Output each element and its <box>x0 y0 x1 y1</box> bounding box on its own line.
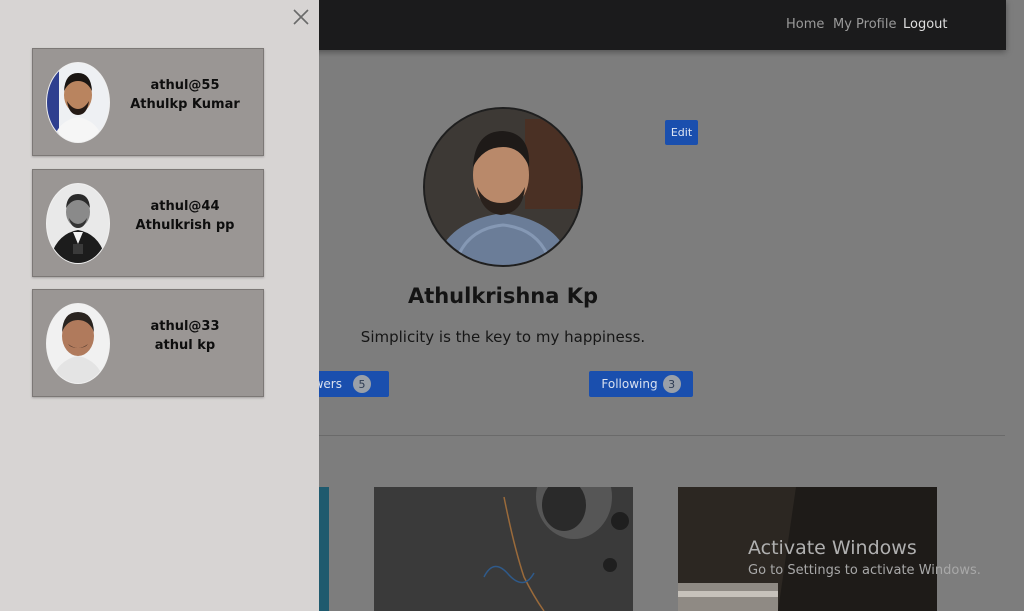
user-avatar-image <box>47 184 109 263</box>
avatar <box>46 303 110 384</box>
post-thumbnail[interactable] <box>374 487 633 611</box>
user-fullname: athul kp <box>154 338 216 353</box>
section-divider <box>319 435 1005 436</box>
users-drawer: athul@55 Athulkp Kumar athul@44 Athulkri… <box>0 0 319 611</box>
windows-activation-subtitle: Go to Settings to activate Windows. <box>748 563 981 578</box>
avatar <box>46 62 110 143</box>
user-fullname: Athulkrish pp <box>135 218 235 233</box>
profile-avatar <box>423 107 583 267</box>
followers-count-badge: 5 <box>353 375 371 393</box>
user-avatar-image <box>47 304 109 383</box>
avatar <box>46 183 110 264</box>
following-button[interactable]: Following 3 <box>589 371 693 397</box>
user-handle: athul@33 <box>150 319 220 334</box>
user-card[interactable]: athul@55 Athulkp Kumar <box>32 48 264 156</box>
user-fullname: Athulkp Kumar <box>130 97 240 112</box>
following-label: Following <box>601 377 658 391</box>
user-card[interactable]: athul@33 athul kp <box>32 289 264 397</box>
post-image <box>374 487 633 611</box>
profile-name: Athulkrishna Kp <box>407 284 599 308</box>
edit-profile-button[interactable]: Edit <box>665 120 698 145</box>
user-handle: athul@55 <box>150 78 220 93</box>
nav-logout-link[interactable]: Logout <box>903 17 948 32</box>
windows-activation-title: Activate Windows <box>748 537 917 559</box>
user-avatar-image <box>47 63 109 142</box>
post-thumbnail[interactable] <box>319 487 329 611</box>
user-card[interactable]: athul@44 Athulkrish pp <box>32 169 264 277</box>
nav-home-link[interactable]: Home <box>786 17 824 32</box>
close-icon <box>293 9 309 25</box>
profile-avatar-image <box>425 109 581 265</box>
profile-bio: Simplicity is the key to my happiness. <box>360 328 646 346</box>
close-drawer-button[interactable] <box>291 7 311 27</box>
nav-my-profile-link[interactable]: My Profile <box>833 17 896 32</box>
user-handle: athul@44 <box>150 199 220 214</box>
following-count-badge: 3 <box>662 375 681 393</box>
